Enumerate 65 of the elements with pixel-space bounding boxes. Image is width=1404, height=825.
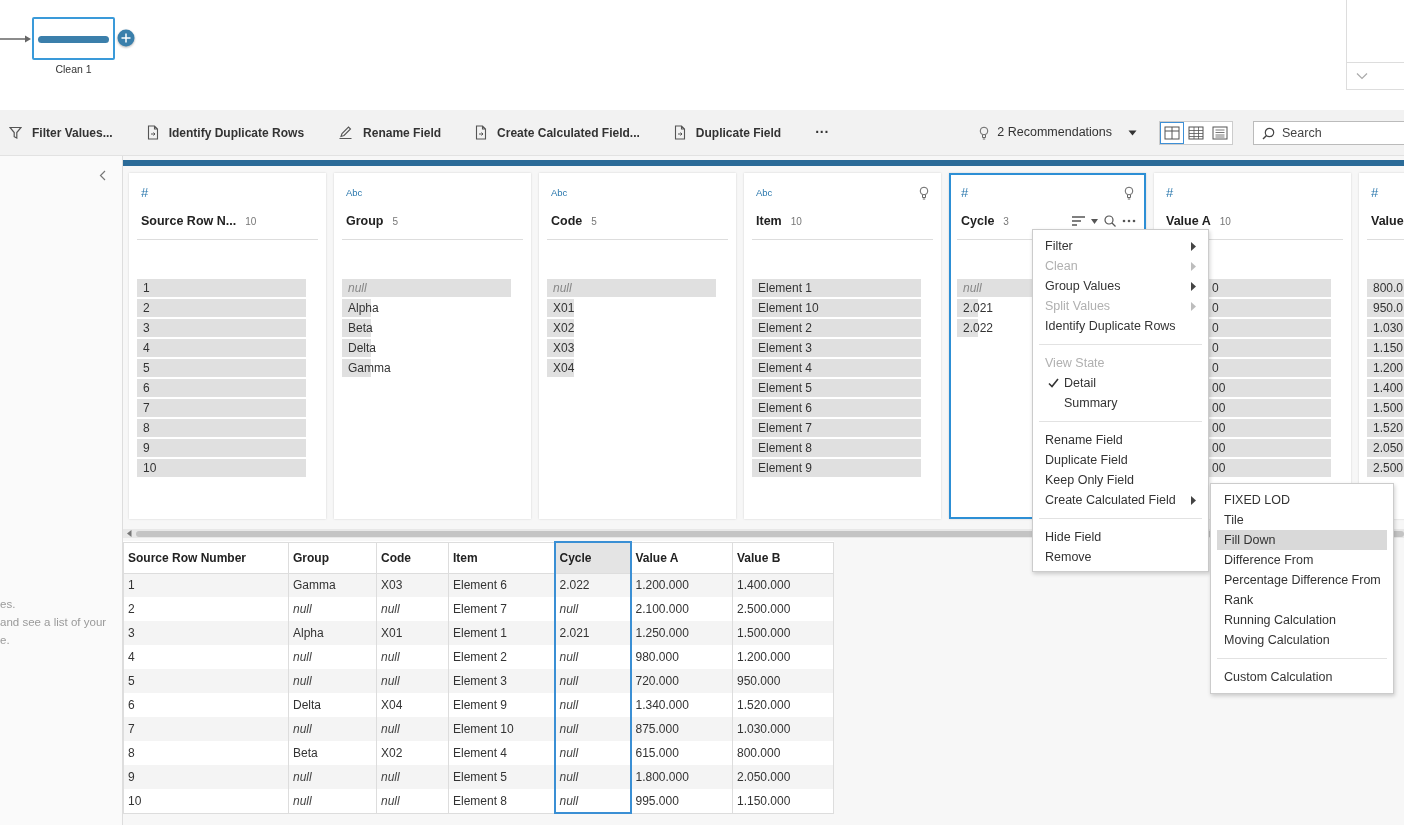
field-count: 10 <box>245 214 257 229</box>
field-name: Group <box>346 212 384 230</box>
table-cell: 1.250.000 <box>630 621 733 645</box>
table-cell: null <box>288 789 377 813</box>
field-count: 10 <box>790 214 802 229</box>
table-cell: null <box>554 789 631 813</box>
table-cell: 7 <box>123 717 289 741</box>
table-cell: 2.021 <box>554 621 631 645</box>
type-label: Abc <box>551 185 568 200</box>
table-cell: null <box>288 765 377 789</box>
table-cell: Element 3 <box>448 669 555 693</box>
table-cell: null <box>288 717 377 741</box>
table-cell: 1.500.000 <box>732 621 834 645</box>
menu-section-label: View State <box>1044 354 1106 372</box>
table-cell: 3 <box>123 621 289 645</box>
table-cell: null <box>554 669 631 693</box>
table-cell: null <box>376 717 449 741</box>
table-cell: null <box>554 765 631 789</box>
type-label: # <box>1371 184 1379 203</box>
type-label: # <box>1166 184 1174 203</box>
table-cell: 1.030.000 <box>732 717 834 741</box>
table-cell: Element 1 <box>448 621 555 645</box>
table-cell: 875.000 <box>630 717 733 741</box>
table-cell: Alpha <box>288 621 377 645</box>
table-cell: 1 <box>123 573 289 597</box>
table-cell: Element 5 <box>448 765 555 789</box>
node-label: Clean 1 <box>55 63 92 75</box>
field-count: 5 <box>591 214 597 229</box>
type-label: Abc <box>346 185 363 200</box>
hint-text: e. <box>0 633 10 648</box>
table-cell: null <box>376 789 449 813</box>
table-cell: 5 <box>123 669 289 693</box>
table-cell: 9 <box>123 765 289 789</box>
field-name: Source Row N... <box>141 212 237 230</box>
field-count: 5 <box>392 214 399 229</box>
field-name: Cycle <box>961 212 995 230</box>
table-cell: Gamma <box>288 573 377 597</box>
field-name: Value A <box>1166 212 1211 230</box>
table-cell: Element 6 <box>448 573 555 597</box>
table-cell: 995.000 <box>630 789 733 813</box>
type-label: Abc <box>756 185 773 200</box>
field-count: 3 <box>1003 214 1009 229</box>
field-name: Value <box>1371 212 1404 230</box>
hint-text: es. <box>0 597 16 612</box>
type-label: # <box>961 184 969 203</box>
table-cell: null <box>376 765 449 789</box>
table-cell: 1.200.000 <box>630 573 733 597</box>
table-cell: X01 <box>376 621 449 645</box>
table-cell: 1.400.000 <box>732 573 834 597</box>
hint-text: and see a list of your <box>0 615 107 630</box>
table-cell: 720.000 <box>630 669 733 693</box>
table-cell: 1.150.000 <box>732 789 834 813</box>
table-cell: null <box>288 669 377 693</box>
table-cell: 950.000 <box>732 669 834 693</box>
table-cell: 2.050.000 <box>732 765 834 789</box>
field-name: Code <box>551 212 583 230</box>
table-cell: Element 10 <box>448 717 555 741</box>
table-cell: 10 <box>123 789 289 813</box>
table-cell: null <box>376 669 449 693</box>
table-cell: 1.800.000 <box>630 765 733 789</box>
field-count: 10 <box>1219 214 1231 229</box>
type-label: # <box>141 184 149 203</box>
table-cell: 2.022 <box>554 573 631 597</box>
table-cell: null <box>554 717 631 741</box>
field-name: Item <box>756 212 782 230</box>
